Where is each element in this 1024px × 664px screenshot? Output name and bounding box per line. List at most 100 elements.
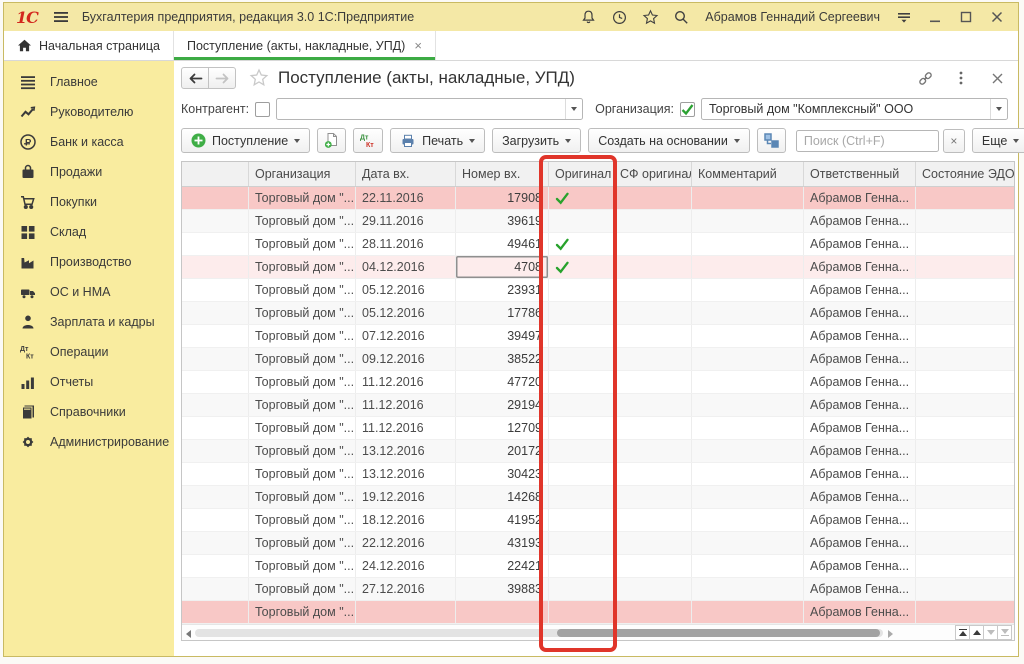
table-row[interactable]: Торговый дом "...04.12.20164708Абрамов Г…	[182, 256, 1014, 279]
table-row[interactable]: Торговый дом "...28.11.201649461Абрамов …	[182, 233, 1014, 256]
create-receipt-button[interactable]: Поступление	[181, 128, 310, 153]
tab-close-icon[interactable]: ×	[414, 38, 422, 53]
sidebar-item-glavnoe[interactable]: Главное	[4, 67, 174, 97]
close-form-icon[interactable]	[986, 67, 1008, 89]
print-button[interactable]: Печать	[390, 128, 485, 153]
sidebar-item-operacii[interactable]: ДтКтОперации	[4, 337, 174, 367]
search-clear-button[interactable]: ×	[943, 129, 965, 153]
original-check-icon	[555, 192, 569, 205]
table-row[interactable]: Торговый дом "...11.12.201629194Абрамов …	[182, 394, 1014, 417]
table-row[interactable]: Торговый дом "...11.12.201612709Абрамов …	[182, 417, 1014, 440]
column-header-comment[interactable]: Комментарий	[692, 162, 804, 186]
sidebar-item-bank-i-kassa[interactable]: PБанк и касса	[4, 127, 174, 157]
close-button[interactable]	[986, 6, 1008, 28]
sidebar-item-spravochniki[interactable]: Справочники	[4, 397, 174, 427]
cell-comment	[692, 371, 804, 393]
org-checkbox[interactable]	[680, 102, 695, 117]
kontragent-checkbox[interactable]	[255, 102, 270, 117]
column-header-responsible[interactable]: Ответственный	[804, 162, 916, 186]
cell-comment	[692, 486, 804, 508]
go-to-bottom-button[interactable]	[997, 625, 1012, 640]
maximize-button[interactable]	[955, 6, 977, 28]
table-row[interactable]: Торговый дом "...11.12.201647720Абрамов …	[182, 371, 1014, 394]
current-user[interactable]: Абрамов Геннадий Сергеевич	[705, 10, 880, 24]
copy-document-button[interactable]	[317, 128, 346, 153]
sidebar-item-prodazhi[interactable]: Продажи	[4, 157, 174, 187]
load-button[interactable]: Загрузить	[492, 128, 581, 153]
service-menu-icon[interactable]	[893, 6, 915, 28]
sidebar-item-administrirovanie[interactable]: Администрирование	[4, 427, 174, 457]
row-down-button[interactable]	[983, 625, 998, 640]
dtkt-posting-button[interactable]: ДтКт	[353, 128, 383, 153]
scrollbar-track[interactable]	[195, 629, 883, 637]
table-row[interactable]: Торговый дом "...Абрамов Генна...	[182, 601, 1014, 624]
notifications-icon[interactable]	[577, 6, 599, 28]
column-header-num[interactable]: Номер вх.	[456, 162, 549, 186]
favorites-star-icon[interactable]	[639, 6, 661, 28]
table-row[interactable]: Торговый дом "...05.12.201617786Абрамов …	[182, 302, 1014, 325]
main-menu-icon[interactable]	[50, 6, 72, 28]
cell-date: 22.12.2016	[356, 532, 456, 554]
column-header-org[interactable]: Организация	[249, 162, 356, 186]
table-row[interactable]: Торговый дом "...22.11.201617908Абрамов …	[182, 187, 1014, 210]
scrollbar-thumb[interactable]	[557, 629, 880, 637]
forward-button[interactable]	[208, 67, 236, 89]
sidebar-item-label: ОС и НМА	[50, 285, 110, 299]
table-row[interactable]: Торговый дом "...27.12.201639883Абрамов …	[182, 578, 1014, 601]
org-dropdown-icon[interactable]	[990, 99, 1007, 119]
table-row[interactable]: Торговый дом "...09.12.201638522Абрамов …	[182, 348, 1014, 371]
go-to-top-button[interactable]	[955, 625, 970, 640]
sidebar-item-pokupki[interactable]: Покупки	[4, 187, 174, 217]
sidebar-item-otchety[interactable]: Отчеты	[4, 367, 174, 397]
table-row[interactable]: Торговый дом "...07.12.201639497Абрамов …	[182, 325, 1014, 348]
cell-original	[549, 325, 614, 347]
cell-org: Торговый дом "...	[249, 440, 356, 462]
table-row[interactable]: Торговый дом "...18.12.201641952Абрамов …	[182, 509, 1014, 532]
sidebar-item-label: Администрирование	[50, 435, 169, 449]
link-icon[interactable]	[914, 67, 936, 89]
history-icon[interactable]	[608, 6, 630, 28]
sidebar-item-label: Производство	[50, 255, 132, 269]
table-row[interactable]: Торговый дом "...19.12.201614268Абрамов …	[182, 486, 1014, 509]
sidebar-item-zarplata-i-kadry[interactable]: Зарплата и кадры	[4, 307, 174, 337]
scroll-right-icon[interactable]	[888, 630, 893, 638]
sidebar-item-os-i-nma[interactable]: ОС и НМА	[4, 277, 174, 307]
table-row[interactable]: Торговый дом "...13.12.201630423Абрамов …	[182, 463, 1014, 486]
tab-postuplenie[interactable]: Поступление (акты, накладные, УПД) ×	[174, 31, 436, 60]
org-combo[interactable]: Торговый дом "Комплексный" ООО	[701, 98, 1008, 120]
table-row[interactable]: Торговый дом "...05.12.201623931Абрамов …	[182, 279, 1014, 302]
cell-responsible: Абрамов Генна...	[804, 532, 916, 554]
table-body: Торговый дом "...22.11.201617908Абрамов …	[182, 187, 1014, 624]
table-row[interactable]: Торговый дом "...13.12.201620172Абрамов …	[182, 440, 1014, 463]
search-input[interactable]	[796, 130, 939, 152]
cell-edo	[916, 233, 1016, 255]
scroll-left-icon[interactable]	[186, 630, 191, 638]
sidebar-item-proizvodstvo[interactable]: Производство	[4, 247, 174, 277]
cell-org: Торговый дом "...	[249, 509, 356, 531]
global-search-icon[interactable]	[670, 6, 692, 28]
tab-home[interactable]: Начальная страница	[4, 31, 174, 60]
kontragent-dropdown-icon[interactable]	[565, 99, 582, 119]
horizontal-scrollbar[interactable]	[182, 624, 1014, 640]
edo-button[interactable]	[757, 128, 786, 153]
column-header-original[interactable]: Оригинал	[549, 162, 614, 186]
create-based-on-button[interactable]: Создать на основании	[588, 128, 750, 153]
kontragent-combo[interactable]	[276, 98, 583, 120]
table-row[interactable]: Торговый дом "...24.12.201622421Абрамов …	[182, 555, 1014, 578]
table-row[interactable]: Торговый дом "...29.11.201639619Абрамов …	[182, 210, 1014, 233]
more-button[interactable]: Еще	[972, 128, 1024, 153]
column-header-date[interactable]: Дата вх.	[356, 162, 456, 186]
column-header-sf[interactable]: СФ оригинал	[614, 162, 692, 186]
more-dots-icon[interactable]	[950, 67, 972, 89]
row-up-button[interactable]	[969, 625, 984, 640]
back-button[interactable]	[181, 67, 209, 89]
column-header-edo[interactable]: Состояние ЭДО	[916, 162, 1016, 186]
sidebar-item-rukovoditelyu[interactable]: Руководителю	[4, 97, 174, 127]
favorite-star-icon[interactable]	[249, 68, 269, 88]
table-row[interactable]: Торговый дом "...22.12.201643193Абрамов …	[182, 532, 1014, 555]
sidebar-item-sklad[interactable]: Склад	[4, 217, 174, 247]
minimize-button[interactable]	[924, 6, 946, 28]
page-title: Поступление (акты, накладные, УПД)	[278, 68, 575, 88]
cell-original	[549, 601, 614, 623]
column-header-icon[interactable]	[182, 162, 249, 186]
